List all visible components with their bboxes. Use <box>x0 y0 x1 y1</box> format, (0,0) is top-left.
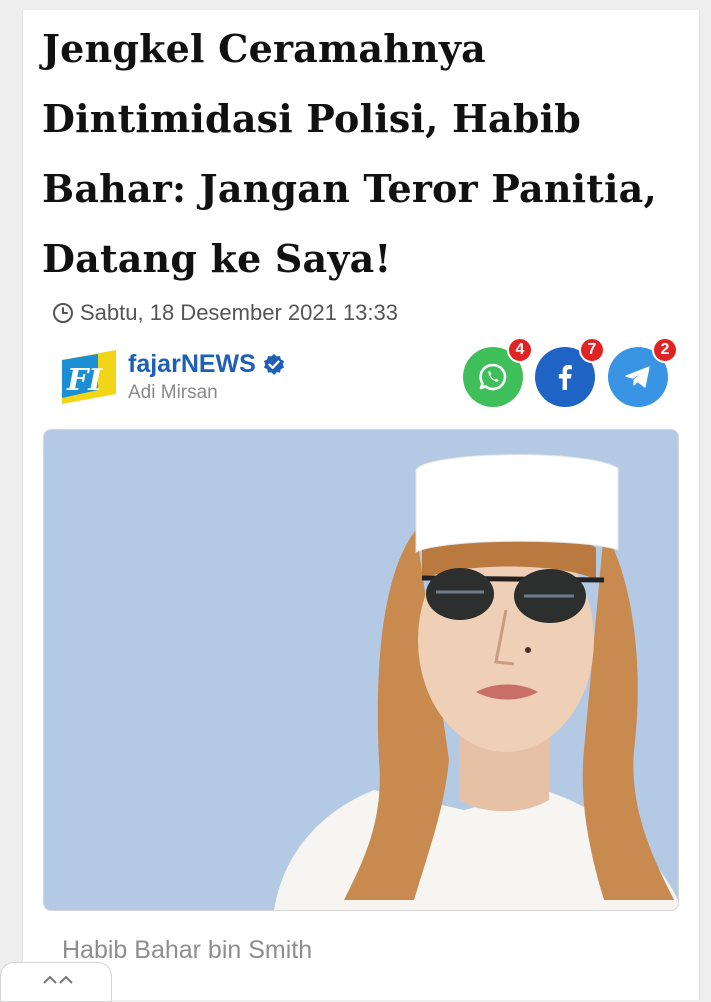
telegram-share-button[interactable]: 2 <box>608 337 678 407</box>
source-info: FI fajarNEWS Adi Mirsan <box>58 346 286 408</box>
portrait-illustration <box>274 454 678 910</box>
whatsapp-share-button[interactable]: 4 <box>463 337 533 407</box>
chevron-up-icon <box>43 975 73 984</box>
facebook-share-count: 7 <box>579 337 605 363</box>
photo-caption: Habib Bahar bin Smith <box>62 936 313 964</box>
clock-icon <box>53 303 73 323</box>
verified-icon <box>263 353 284 375</box>
bottom-drawer-handle[interactable] <box>0 962 112 1002</box>
whatsapp-icon <box>479 363 507 391</box>
brand-name[interactable]: fajarNEWS <box>128 350 256 379</box>
date-text: Sabtu, 18 Desember 2021 13:33 <box>80 300 399 325</box>
telegram-share-count: 2 <box>652 337 678 363</box>
facebook-share-button[interactable]: 7 <box>535 337 605 407</box>
telegram-icon <box>625 366 650 388</box>
article-headline: Jengkel Ceramahnya Dintimidasi Polisi, H… <box>42 26 657 281</box>
brand-suffix: NEWS <box>180 350 256 378</box>
article-photo <box>43 429 679 911</box>
brand-prefix: fajar <box>128 350 181 378</box>
facebook-icon <box>558 365 572 390</box>
whatsapp-share-count: 4 <box>507 337 533 363</box>
author-name[interactable]: Adi Mirsan <box>128 382 286 404</box>
fajar-logo[interactable]: FI <box>58 346 120 408</box>
logo-letters: FI <box>66 363 103 398</box>
article-date: Sabtu, 18 Desember 2021 13:33 <box>52 300 398 326</box>
